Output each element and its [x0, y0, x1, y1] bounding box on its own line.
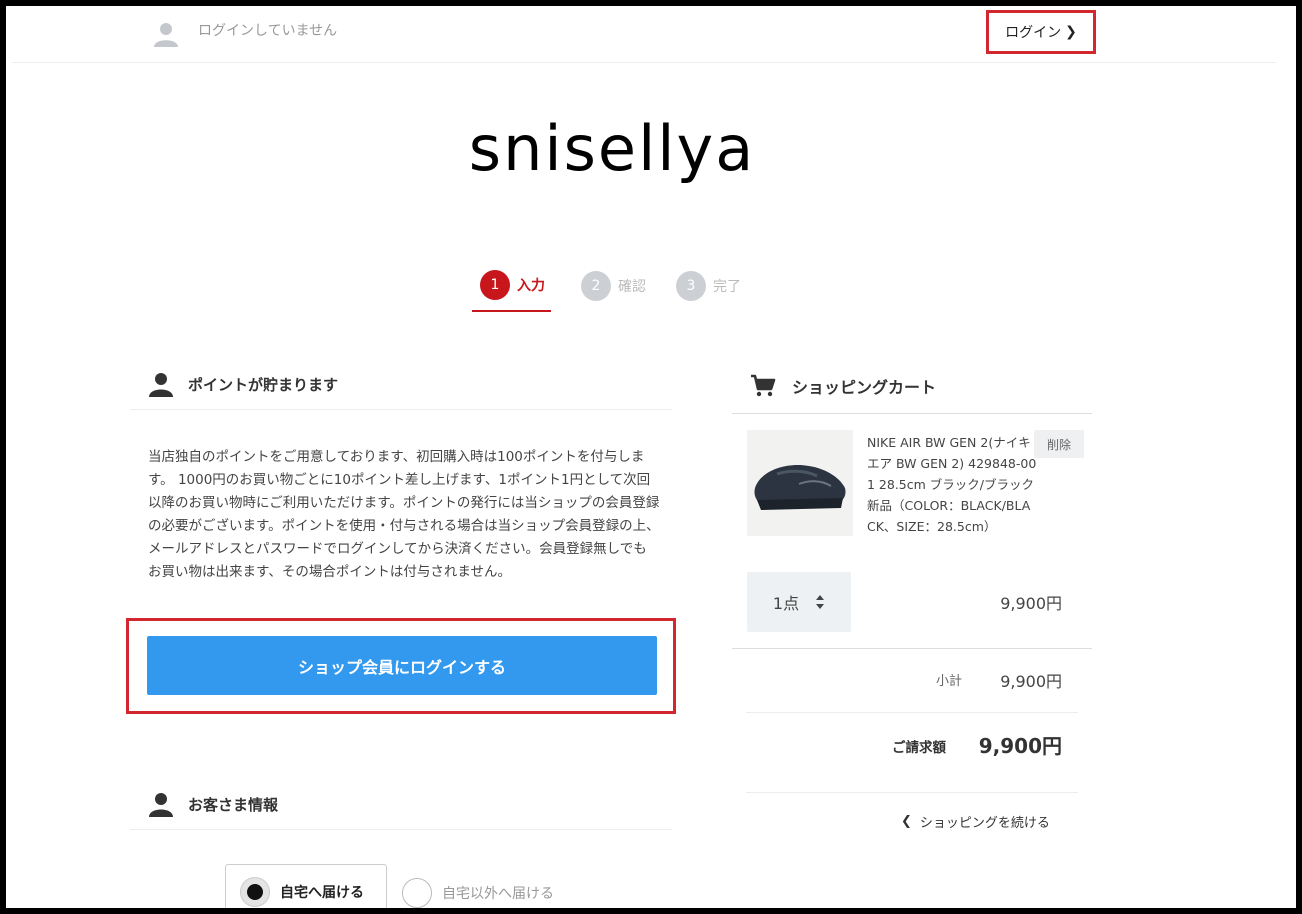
step-number: 1	[480, 270, 510, 300]
points-title: ポイントが貯まります	[188, 376, 339, 394]
step-number: 3	[676, 271, 706, 301]
quantity-value: 1点	[772, 594, 800, 613]
cart-header: ショッピングカート	[732, 358, 1092, 414]
chevron-left-icon: ❮	[901, 814, 912, 829]
checkout-page: ログインしていません ログイン ❯ snisellya 1 入力 2 確認 3 …	[6, 6, 1296, 908]
person-icon	[149, 372, 173, 397]
step-label: 確認	[618, 279, 646, 295]
product-image[interactable]	[747, 430, 853, 536]
chevron-right-icon: ❯	[1065, 24, 1077, 40]
radio-checked-icon[interactable]	[240, 877, 270, 907]
cart-title: ショッピングカート	[792, 377, 937, 397]
points-section-header: ポイントが貯まります	[130, 360, 672, 410]
shop-logo[interactable]: snisellya	[6, 112, 1218, 185]
user-icon	[154, 23, 178, 47]
customer-section-header: お客さま情報	[130, 780, 672, 830]
delivery-option-home[interactable]: 自宅へ届ける	[225, 864, 387, 908]
login-link[interactable]: ログイン ❯	[986, 10, 1096, 54]
sort-updown-icon	[816, 595, 825, 609]
login-link-label: ログイン	[1005, 25, 1062, 41]
step-confirm: 2 確認	[581, 270, 646, 312]
quantity-select[interactable]: 1点	[747, 572, 851, 632]
continue-shopping-label: ショッピングを続ける	[919, 816, 1050, 831]
shop-member-login-button[interactable]: ショップ会員にログインする	[147, 636, 657, 695]
step-label: 完了	[713, 279, 741, 295]
customer-title: お客さま情報	[188, 796, 279, 814]
step-complete: 3 完了	[676, 270, 741, 312]
delivery-option-label: 自宅へ届ける	[280, 885, 364, 901]
divider	[746, 712, 1078, 713]
divider	[732, 648, 1092, 649]
delivery-option-other[interactable]: 自宅以外へ届ける	[402, 878, 554, 908]
total-label: ご請求額	[892, 740, 946, 756]
step-input: 1 入力	[472, 270, 551, 312]
subtotal-label: 小計	[936, 674, 963, 689]
cart-icon	[751, 374, 776, 396]
delivery-option-label: 自宅以外へ届ける	[442, 886, 554, 902]
item-price: 9,900円	[1000, 594, 1062, 613]
top-bar: ログインしていません ログイン ❯	[12, 6, 1276, 63]
step-number: 2	[581, 271, 611, 301]
subtotal-value: 9,900円	[1000, 672, 1062, 691]
continue-shopping-link[interactable]: ❮ ショッピングを続ける	[901, 812, 1050, 831]
total-value: 9,900円	[978, 734, 1062, 758]
step-label: 入力	[517, 278, 545, 294]
points-description: 当店独自のポイントをご用意しております、初回購入時は100ポイントを付与します。…	[148, 449, 660, 580]
checkout-steps: 1 入力 2 確認 3 完了	[472, 270, 741, 312]
divider	[746, 792, 1078, 793]
login-status-text: ログインしていません	[198, 23, 338, 39]
radio-unchecked-icon[interactable]	[402, 878, 432, 908]
delete-item-button[interactable]: 削除	[1034, 430, 1084, 458]
person-icon	[149, 792, 173, 817]
product-name: NIKE AIR BW GEN 2(ナイキ エア BW GEN 2) 42984…	[867, 435, 1037, 534]
